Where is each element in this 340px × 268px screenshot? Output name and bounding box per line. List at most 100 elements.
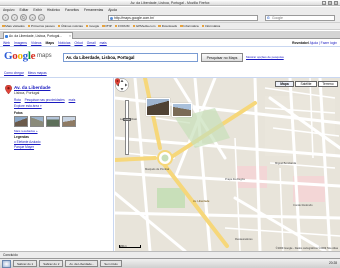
menu-item-arquivo[interactable]: Arquivo <box>3 8 15 12</box>
maps-subnav: Como chegar Meus mapas <box>4 71 47 75</box>
photo-thumbnail[interactable] <box>14 116 28 127</box>
os-taskbar: Sabrac do 1 Sabrac do 2 Av. da Liberdade… <box>0 258 340 268</box>
gbar-link-orkut[interactable]: Orkut <box>74 41 82 45</box>
menu-item-ferramentas[interactable]: Ferramentas <box>84 8 103 12</box>
menu-item-ajuda[interactable]: Ajuda <box>108 8 117 12</box>
address-bar[interactable]: http://maps.google.com.br/ <box>108 15 258 21</box>
browser-search-input[interactable]: G Google <box>265 15 335 21</box>
forward-icon[interactable]: › <box>11 14 18 21</box>
photo-thumbnail[interactable] <box>62 116 76 127</box>
search-maps-button[interactable]: Pesquisar no Maps <box>201 53 243 62</box>
map-type-satellite-button[interactable]: Satélite <box>295 81 317 87</box>
minimize-icon[interactable]: – <box>322 1 326 5</box>
gbar-help-login[interactable]: Ajuda | Fazer login <box>310 41 337 45</box>
window-titlebar: Av. da Liberdade, Lisboa, Portugal - Moz… <box>0 0 340 6</box>
menu-item-editar[interactable]: Editar <box>20 8 29 12</box>
menu-item-favoritos[interactable]: Favoritos <box>65 8 79 12</box>
bookmark-item[interactable]: PHP <box>102 24 111 28</box>
back-icon[interactable]: ‹ <box>2 14 9 21</box>
map-scale: 200 m <box>119 245 141 248</box>
gbar-link-noticias[interactable]: Notícias <box>58 41 70 45</box>
taskbar-item[interactable]: Sabrac do 2 <box>39 260 64 267</box>
close-icon[interactable]: × <box>334 1 338 5</box>
taskbar-item[interactable]: Av. da Liberdade... <box>65 260 99 267</box>
location-marker-icon[interactable] <box>5 85 12 94</box>
route-link[interactable]: Rota <box>14 98 21 102</box>
explore-area-link[interactable]: Explore esta área » <box>14 104 42 108</box>
legends-heading: Legendas <box>14 135 29 139</box>
street-label: Praça da Alegria <box>225 178 245 181</box>
maps-favicon-icon <box>5 34 8 38</box>
maximize-icon[interactable]: □ <box>328 1 332 5</box>
place-subtitle: Lisboa, Portugal <box>14 91 40 95</box>
place-actions: Rota Pesquisar nas proximidades mais <box>14 98 78 102</box>
tab-strip: Av. da Liberdade, Lisboa, Portugal... × <box>0 31 340 39</box>
bookmark-item[interactable]: FORUM <box>115 24 129 28</box>
tab-label: Av. da Liberdade, Lisboa, Portugal... <box>9 34 63 38</box>
gbar-link-imagens[interactable]: Imagens <box>14 41 27 45</box>
stop-icon[interactable]: × <box>29 14 36 21</box>
gbar-link-videos[interactable]: Vídeos <box>31 41 42 45</box>
google-logo[interactable]: Google <box>4 50 36 62</box>
directions-link[interactable]: Como chegar <box>4 71 24 75</box>
bookmark-item[interactable]: Downloads <box>158 24 177 28</box>
street-label: Av. Liberdade <box>193 200 210 203</box>
street-label: Largo do Rato <box>120 118 138 121</box>
photo-thumbnails <box>14 116 76 127</box>
gbar-user[interactable]: Rovedabel <box>292 41 309 45</box>
bookmark-item[interactable]: GPMedia.com <box>133 24 156 28</box>
gbar-link-web[interactable]: Web <box>3 41 10 45</box>
maps-logo-text: maps <box>37 53 52 59</box>
gbar-link-mais[interactable]: mais <box>100 41 107 45</box>
street-label: Miguel Bombarda <box>275 162 297 165</box>
photo-thumbnail[interactable] <box>46 116 60 127</box>
window-title: Av. da Liberdade, Lisboa, Portugal - Moz… <box>130 1 210 5</box>
search-options-link[interactable]: Mostrar opções de pesquisa <box>246 55 284 59</box>
google-search-icon: G <box>267 16 270 20</box>
status-bar: Concluído <box>0 251 340 258</box>
map-type-terrain-button[interactable]: Terreno <box>318 81 338 87</box>
bookmark-item[interactable]: Mais visitados <box>2 24 24 28</box>
results-panel: Av. da Liberdade Lisboa, Portugal Rota P… <box>0 78 114 251</box>
maps-search-input[interactable]: Av. da Liberdade, Lisboa, Portugal <box>63 53 198 62</box>
photos-heading: Fotos <box>14 111 23 115</box>
place-title[interactable]: Av. da Liberdade <box>14 85 51 90</box>
map-type-map-button[interactable]: Mapa <box>275 81 294 87</box>
close-tab-icon[interactable]: × <box>69 33 71 39</box>
bookmark-item[interactable]: Google <box>86 24 99 28</box>
gbar-link-gmail[interactable]: Gmail <box>87 41 96 45</box>
legend-link[interactable]: Parque Mayer <box>14 145 34 149</box>
gbar-link-maps[interactable]: Maps <box>46 41 55 45</box>
bookmark-item[interactable]: Últimas notícias <box>58 24 83 28</box>
bookmark-item[interactable]: Primeiros passos <box>28 24 55 28</box>
more-actions-link[interactable]: mais <box>69 98 76 102</box>
start-button[interactable] <box>2 259 11 268</box>
more-photos-link[interactable]: Mais resultados » <box>14 129 38 133</box>
home-icon[interactable]: ⌂ <box>38 14 45 21</box>
reload-icon[interactable]: ↻ <box>20 14 27 21</box>
address-url: http://maps.google.com.br/ <box>114 16 155 20</box>
bookmarks-toolbar: Mais visitados Primeiros passos Últimas … <box>0 23 340 30</box>
map-photo-thumbnail[interactable] <box>172 103 192 117</box>
search-nearby-link[interactable]: Pesquisar nas proximidades <box>25 98 65 102</box>
my-maps-link[interactable]: Meus mapas <box>28 71 47 75</box>
legend-link[interactable]: o Elefante Azulado <box>14 140 41 144</box>
menu-item-exibir[interactable]: Exibir <box>33 8 41 12</box>
navigation-toolbar: ‹ › ↻ × ⌂ http://maps.google.com.br/ G G… <box>0 13 340 23</box>
photo-thumbnail[interactable] <box>30 116 44 127</box>
taskbar-item[interactable]: Sem título <box>100 260 122 267</box>
zoom-slider[interactable] <box>125 100 129 155</box>
map-canvas[interactable]: Mapa Satélite Terreno Marquês de Pombal … <box>115 78 340 251</box>
tab-google-maps[interactable]: Av. da Liberdade, Lisboa, Portugal... × <box>3 32 73 39</box>
taskbar-item[interactable]: Sabrac do 1 <box>13 260 38 267</box>
menu-item-historico[interactable]: Histórico <box>47 8 60 12</box>
bookmark-item[interactable]: Informática <box>180 24 198 28</box>
bookmark-item[interactable]: Informática <box>202 24 220 28</box>
map-copyright: ©2009 Google - Dados cartográficos ©2009… <box>275 247 338 250</box>
map-photo-thumbnail[interactable] <box>146 98 170 116</box>
street-label: Restauradores <box>235 238 253 241</box>
system-clock: 20:28 <box>329 261 337 265</box>
map-marker-icon[interactable] <box>115 78 120 86</box>
window-controls: – □ × <box>322 1 338 5</box>
browser-search-placeholder: Google <box>272 16 283 20</box>
